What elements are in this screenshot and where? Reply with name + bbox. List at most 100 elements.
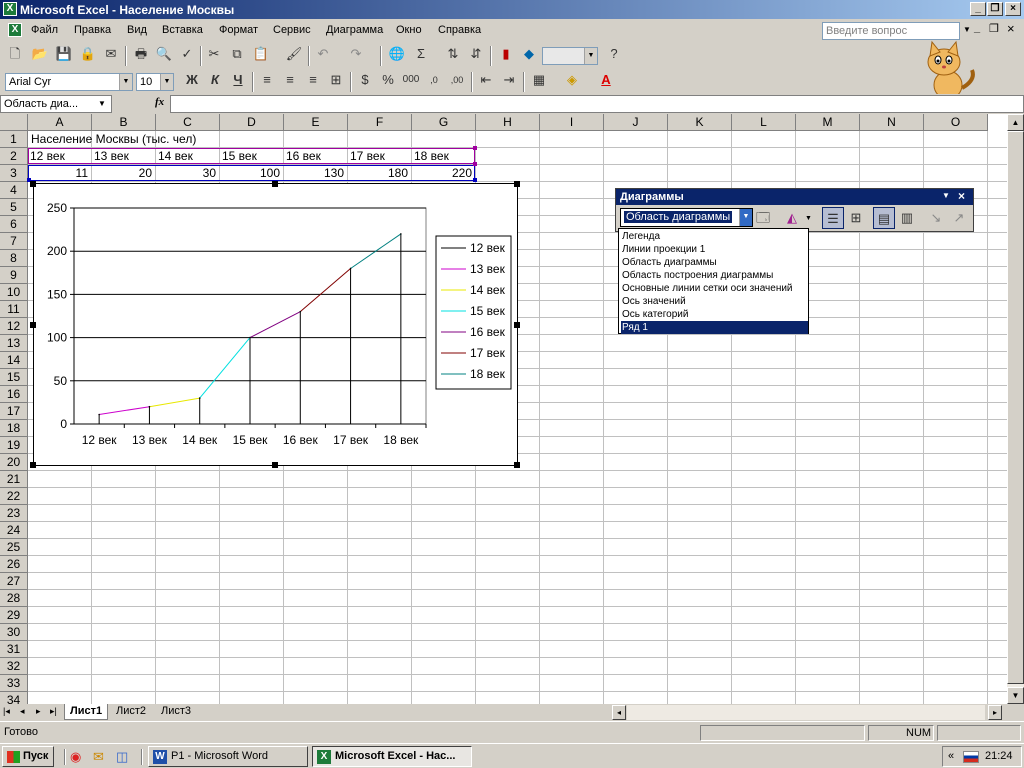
format-painter-icon[interactable]: 🖌 <box>283 43 305 65</box>
select-all-corner[interactable] <box>0 114 28 131</box>
column-header[interactable]: G <box>412 114 476 131</box>
currency-icon[interactable]: $ <box>354 69 376 91</box>
restore-button[interactable]: ❐ <box>987 2 1003 16</box>
row-header[interactable]: 11 <box>0 301 28 318</box>
spelling-icon[interactable]: ✓ <box>176 43 198 65</box>
first-sheet-icon[interactable]: |◂ <box>3 706 10 717</box>
menu-window[interactable]: Окно <box>396 24 422 36</box>
row-header[interactable]: 29 <box>0 607 28 624</box>
chart-area[interactable]: 0 50 100 150 200 250 12 век 13 век 14 век 15 век 1… <box>33 183 518 466</box>
row-header[interactable]: 7 <box>0 233 28 250</box>
print-icon[interactable]: 🖶 <box>130 43 152 65</box>
sort-asc-icon[interactable]: ⇅ <box>442 43 464 65</box>
scroll-right-icon[interactable]: ▸ <box>988 705 1002 720</box>
formula-input[interactable] <box>170 95 1024 113</box>
merge-center-icon[interactable]: ⊞ <box>325 69 347 91</box>
chevron-down-icon[interactable]: ▼ <box>942 191 950 200</box>
row-header[interactable]: 6 <box>0 216 28 233</box>
menu-edit[interactable]: Правка <box>74 24 111 36</box>
new-icon[interactable]: 🗋 <box>4 43 26 65</box>
dropdown-item[interactable]: Область диаграммы <box>621 256 808 269</box>
name-box[interactable]: Область диа... ▼ <box>0 95 112 113</box>
row-header[interactable]: 9 <box>0 267 28 284</box>
decrease-indent-icon[interactable]: ⇤ <box>475 69 497 91</box>
percent-icon[interactable]: % <box>377 69 399 91</box>
column-header[interactable]: J <box>604 114 668 131</box>
redo-icon[interactable]: ↷ <box>345 43 367 65</box>
close-icon[interactable]: × <box>958 189 965 203</box>
column-header[interactable]: N <box>860 114 924 131</box>
align-right-icon[interactable]: ≡ <box>302 69 324 91</box>
scroll-left-icon[interactable]: ◂ <box>612 705 626 720</box>
tray-expand-button[interactable]: « <box>948 750 954 762</box>
row-header[interactable]: 13 <box>0 335 28 352</box>
row-header[interactable]: 26 <box>0 556 28 573</box>
column-header[interactable]: O <box>924 114 988 131</box>
save-icon[interactable]: 💾 <box>53 43 75 65</box>
row-header[interactable]: 23 <box>0 505 28 522</box>
row-header[interactable]: 3 <box>0 165 28 182</box>
row-header[interactable]: 31 <box>0 641 28 658</box>
menu-chart[interactable]: Диаграмма <box>326 24 383 36</box>
paste-icon[interactable]: 📋 <box>250 43 272 65</box>
chart-resize-handle[interactable] <box>272 462 278 468</box>
row-header[interactable]: 32 <box>0 658 28 675</box>
autosum-icon[interactable]: Σ <box>410 43 432 65</box>
next-sheet-icon[interactable]: ▸ <box>36 706 41 717</box>
underline-button[interactable]: Ч <box>227 69 249 91</box>
column-header[interactable]: D <box>220 114 284 131</box>
dropdown-item[interactable]: Ось категорий <box>621 308 808 321</box>
column-header[interactable]: A <box>28 114 92 131</box>
menu-format[interactable]: Формат <box>219 24 258 36</box>
font-color-icon[interactable]: A <box>595 69 617 91</box>
italic-button[interactable]: К <box>204 69 226 91</box>
row-header[interactable]: 8 <box>0 250 28 267</box>
column-header[interactable]: C <box>156 114 220 131</box>
chart-resize-handle[interactable] <box>514 322 520 328</box>
bold-button[interactable]: Ж <box>181 69 203 91</box>
column-header[interactable]: I <box>540 114 604 131</box>
decrease-decimal-icon[interactable]: ,00 <box>446 69 468 91</box>
row-header[interactable]: 24 <box>0 522 28 539</box>
row-header[interactable]: 12 <box>0 318 28 335</box>
browser-icon[interactable]: ◉ <box>70 749 81 765</box>
dropdown-item[interactable]: Линии проекции 1 <box>621 243 808 256</box>
column-header[interactable]: H <box>476 114 540 131</box>
font-name-combo[interactable]: Arial Cyr ▼ <box>5 73 133 91</box>
dropdown-item[interactable]: Основные линии сетки оси значений <box>621 282 808 295</box>
by-column-icon[interactable]: ▥ <box>896 207 918 229</box>
chart-resize-handle[interactable] <box>514 462 520 468</box>
row-header[interactable]: 25 <box>0 539 28 556</box>
angle-text-down-icon[interactable]: ↘ <box>925 207 947 229</box>
row-header[interactable]: 4 <box>0 182 28 199</box>
chevron-down-icon[interactable]: ▼ <box>119 74 132 90</box>
legend-icon[interactable]: ☰ <box>822 207 844 229</box>
last-sheet-icon[interactable]: ▸| <box>50 706 57 717</box>
taskbar-excel-button[interactable]: X Microsoft Excel - Нас... <box>312 746 472 767</box>
minimize-button[interactable]: _ <box>970 2 986 16</box>
borders-icon[interactable]: ▦ <box>528 69 550 91</box>
close-button[interactable]: × <box>1005 2 1021 16</box>
print-preview-icon[interactable]: 🔍 <box>153 43 175 65</box>
row-header[interactable]: 2 <box>0 148 28 165</box>
chevron-down-icon[interactable]: ▼ <box>98 99 106 108</box>
increase-decimal-icon[interactable]: ,0 <box>423 69 445 91</box>
row-header[interactable]: 18 <box>0 420 28 437</box>
mail-icon[interactable]: ✉ <box>93 749 104 765</box>
scroll-up-icon[interactable]: ▲ <box>1007 114 1024 131</box>
cut-icon[interactable]: ✂ <box>203 43 225 65</box>
column-header[interactable]: L <box>732 114 796 131</box>
chart-resize-handle[interactable] <box>30 181 36 187</box>
row-header[interactable]: 28 <box>0 590 28 607</box>
copy-icon[interactable]: ⧉ <box>226 43 248 65</box>
row-header[interactable]: 30 <box>0 624 28 641</box>
open-icon[interactable]: 📂 <box>29 43 51 65</box>
scroll-down-icon[interactable]: ▼ <box>1007 687 1024 704</box>
cell-a1[interactable]: Население Москвы (тыс. чел) <box>31 131 196 148</box>
row-header[interactable]: 10 <box>0 284 28 301</box>
row-header[interactable]: 1 <box>0 131 28 148</box>
by-row-icon[interactable]: ▤ <box>873 207 895 229</box>
font-size-combo[interactable]: 10 ▼ <box>136 73 174 91</box>
row-header[interactable]: 20 <box>0 454 28 471</box>
comma-style-icon[interactable]: 000 <box>400 69 422 91</box>
